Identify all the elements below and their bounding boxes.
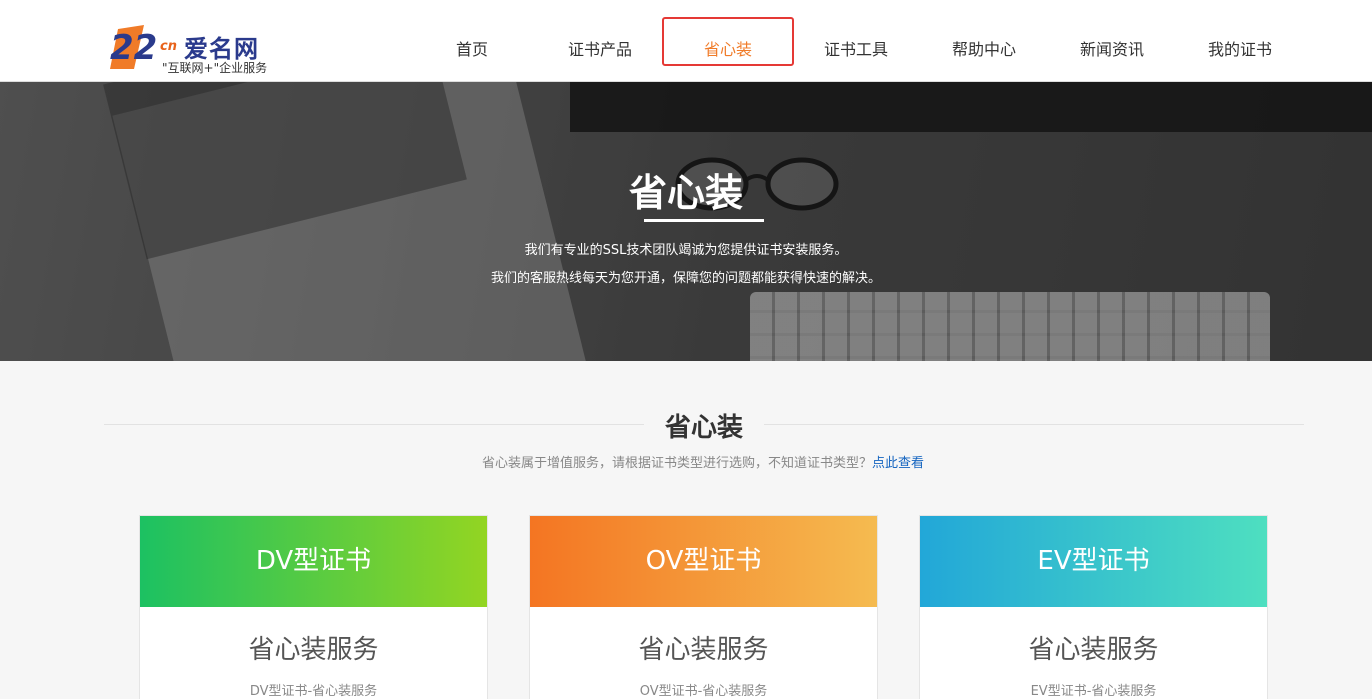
main-nav: 首页 证书产品 省心装 证书工具 帮助中心 新闻资讯 我的证书 [408,18,1304,82]
card-ov-service: 省心装服务 [638,635,769,665]
logo-cn: cn [160,39,177,54]
card-ev-subtitle: EV型证书-省心装服务 [1030,684,1157,699]
banner-title-underline [644,219,764,222]
card-dv-service: 省心装服务 [248,635,379,665]
card-dv-subtitle: DV型证书-省心装服务 [249,684,378,699]
nav-item-install-service[interactable]: 省心装 [664,18,792,82]
section-description: 省心装属于增值服务，请根据证书类型进行选购，不知道证书类型？点此查看 [0,452,1372,471]
banner-description-line-1: 我们有专业的SSL技术团队竭诚为您提供证书安装服务。 [524,243,848,258]
card-dv[interactable]: DV型证书 省心装服务 DV型证书-省心装服务 [139,515,488,699]
card-dv-title: DV型证书 [140,516,487,607]
nav-item-help[interactable]: 帮助中心 [920,18,1048,82]
site-header: 22 cn 爱名网 "互联网+"企业服务 首页 证书产品 省心装 证书工具 帮助… [0,9,1372,82]
banner-title: 省心装 [628,171,743,215]
nav-item-tools[interactable]: 证书工具 [792,18,920,82]
hero-banner: 省心装 我们有专业的SSL技术团队竭诚为您提供证书安装服务。 我们的客服热线每天… [0,82,1372,361]
card-ov-subtitle: OV型证书-省心装服务 [639,684,768,699]
banner-description-line-2: 我们的客服热线每天为您开通，保障您的问题都能获得快速的解决。 [490,271,881,286]
card-ev-service: 省心装服务 [1028,635,1159,665]
logo-22-icon: 22 [110,25,157,69]
nav-item-home[interactable]: 首页 [408,18,536,82]
view-cert-type-link[interactable]: 点此查看 [872,456,924,471]
section-heading: 省心装 [104,405,1304,445]
nav-item-news[interactable]: 新闻资讯 [1048,18,1176,82]
site-logo[interactable]: 22 cn 爱名网 "互联网+"企业服务 [104,19,274,79]
nav-item-my-certs[interactable]: 我的证书 [1176,18,1304,82]
card-ev[interactable]: EV型证书 省心装服务 EV型证书-省心装服务 [919,515,1268,699]
section-title: 省心装 [644,407,764,444]
card-ov[interactable]: OV型证书 省心装服务 OV型证书-省心装服务 [529,515,878,699]
logo-slogan: "互联网+"企业服务 [162,61,268,75]
card-ov-title: OV型证书 [530,516,877,607]
section-description-text: 省心装属于增值服务，请根据证书类型进行选购，不知道证书类型？ [481,456,872,471]
svg-text:22: 22 [110,28,157,68]
nav-item-products[interactable]: 证书产品 [536,18,664,82]
card-ev-title: EV型证书 [920,516,1267,607]
